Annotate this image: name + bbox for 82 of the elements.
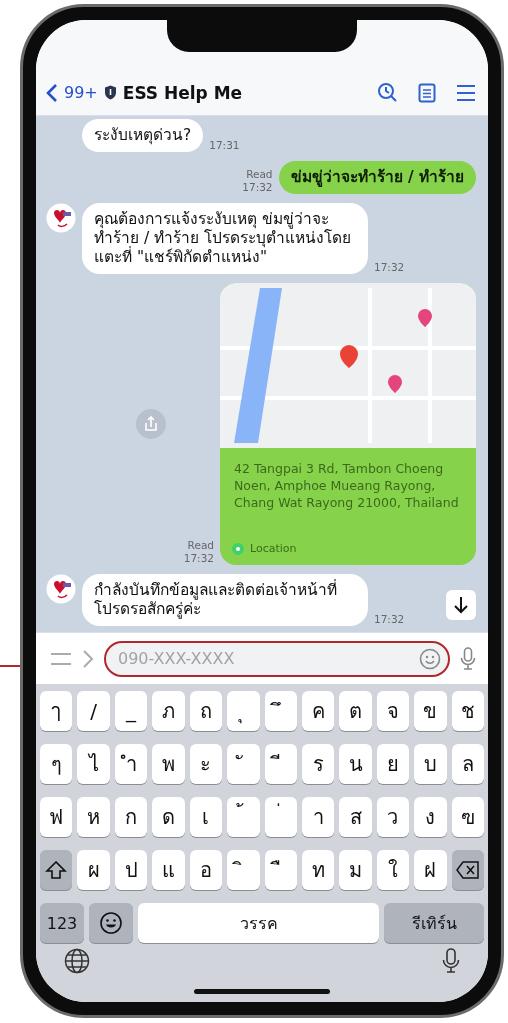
received-message: คุณต้องการแจ้งระงับเหตุ ข่มขู่ว่าจะทำร้าย / ทำร้าย โปรดระบุตำแหน่งโดยแตะที่ "แชร์พิกัดตำแหน่ง" bbox=[82, 203, 368, 274]
keyboard-key[interactable]: ก bbox=[114, 797, 148, 837]
received-message: กำลังบันทึกข้อมูลและติดต่อเจ้าหน้าที่โปรดรอสักครู่ค่ะ bbox=[82, 574, 368, 626]
chat-title: ESS Help Me bbox=[122, 82, 243, 103]
keyboard-key[interactable]: ่ bbox=[264, 797, 297, 837]
space-key[interactable]: วรรค bbox=[138, 903, 379, 943]
keyboard-key[interactable]: ภ bbox=[152, 691, 185, 731]
location-dot-icon bbox=[232, 542, 244, 555]
keyboard-key[interactable]: ข bbox=[414, 691, 447, 731]
message-time: 17:31 bbox=[209, 139, 240, 152]
message-time: 17:32 bbox=[374, 261, 405, 274]
shift-key[interactable] bbox=[40, 850, 73, 890]
location-card[interactable]: 42 Tangpai 3 Rd, Tambon Choeng Noen, Amphoe Mueang Rayong, Chang Wat Rayong 21000, Thailand Location bbox=[220, 283, 476, 565]
keyboard-key[interactable]: ๅ bbox=[40, 691, 73, 731]
sent-message: ข่มขู่ว่าจะทำร้าย / ทำร้าย bbox=[278, 161, 476, 194]
dictation-microphone-icon[interactable] bbox=[442, 948, 460, 974]
keyboard-key[interactable]: า bbox=[301, 797, 335, 837]
keyboard-key[interactable]: ื bbox=[264, 850, 297, 890]
keyboard-key[interactable]: เ bbox=[189, 797, 223, 837]
backspace-icon bbox=[455, 861, 480, 879]
keyboard-key[interactable]: ช bbox=[451, 691, 484, 731]
keyboard-key[interactable]: ิ bbox=[227, 850, 260, 890]
unread-count[interactable]: 99+ bbox=[64, 83, 98, 102]
keyboard-key[interactable]: ท bbox=[301, 850, 335, 890]
keyboard-key[interactable]: ว bbox=[376, 797, 410, 837]
keyboard-key[interactable]: ึ bbox=[264, 691, 297, 731]
keyboard-key[interactable]: ต bbox=[339, 691, 372, 731]
keyboard-key[interactable]: ๆ bbox=[40, 744, 73, 784]
keyboard-key[interactable]: ุ bbox=[227, 691, 260, 731]
shield-icon bbox=[103, 85, 117, 100]
keyboard-key[interactable]: ถ bbox=[189, 691, 223, 731]
keyboard-key[interactable]: _ bbox=[114, 691, 148, 731]
keyboard-key[interactable]: ไ bbox=[77, 744, 110, 784]
keyboard-key[interactable]: / bbox=[77, 691, 110, 731]
notes-icon[interactable] bbox=[418, 82, 436, 103]
keyboard-key[interactable]: ใ bbox=[376, 850, 410, 890]
search-icon[interactable] bbox=[377, 82, 398, 103]
keyboard-key[interactable]: ง bbox=[414, 797, 447, 837]
received-message: ระงับเหตุด่วน? bbox=[82, 119, 204, 152]
keyboard-key[interactable]: ด bbox=[152, 797, 185, 837]
keyboard-key[interactable]: ั bbox=[227, 744, 260, 784]
keyboard-key[interactable]: ี bbox=[264, 744, 297, 784]
keyboard-key[interactable]: น bbox=[339, 744, 372, 784]
keyboard-key[interactable]: ฃ bbox=[451, 797, 484, 837]
keyboard-key[interactable]: ป bbox=[114, 850, 148, 890]
down-arrow-icon bbox=[453, 596, 469, 614]
message-input-field[interactable]: 090-XXX-XXXX bbox=[104, 640, 450, 677]
keyboard-key[interactable]: ฝ bbox=[414, 850, 447, 890]
shift-arrow-icon bbox=[45, 860, 68, 880]
scroll-down-button[interactable] bbox=[446, 590, 476, 620]
menu-icon[interactable] bbox=[456, 83, 476, 102]
keyboard-key[interactable]: ค bbox=[301, 691, 335, 731]
keyboard-key[interactable]: อ bbox=[189, 850, 223, 890]
back-chevron-icon[interactable] bbox=[46, 82, 58, 103]
location-label: Location bbox=[250, 542, 297, 555]
keyboard-key[interactable]: ้ bbox=[227, 797, 260, 837]
return-key[interactable]: รีเทิร์น bbox=[384, 903, 484, 943]
keyboard-key[interactable]: ย bbox=[376, 744, 410, 784]
smiley-icon[interactable] bbox=[419, 647, 441, 670]
keyboard-key[interactable]: ล bbox=[451, 744, 484, 784]
read-receipt: Read 17:32 bbox=[183, 539, 214, 565]
keyboard-key[interactable]: ส bbox=[339, 797, 372, 837]
globe-icon[interactable] bbox=[64, 948, 90, 974]
keyboard-key[interactable]: ม bbox=[339, 850, 372, 890]
keyboard-key[interactable]: ำ bbox=[114, 744, 148, 784]
keyboard-key[interactable]: พ bbox=[152, 744, 185, 784]
location-address: 42 Tangpai 3 Rd, Tambon Choeng Noen, Amphoe Mueang Rayong, Chang Wat Rayong 21000, Thailand bbox=[233, 460, 460, 512]
keyboard-key[interactable]: ฟ bbox=[40, 797, 73, 837]
keyboard-key[interactable]: จ bbox=[376, 691, 410, 731]
delete-key[interactable] bbox=[451, 850, 484, 890]
message-time: 17:32 bbox=[374, 613, 405, 626]
emoji-face-icon bbox=[99, 911, 123, 935]
keyboard-key[interactable]: บ bbox=[414, 744, 447, 784]
keyboard-key[interactable]: ห bbox=[77, 797, 110, 837]
emoji-key[interactable] bbox=[89, 903, 133, 943]
keyboard-key[interactable]: ผ bbox=[77, 850, 110, 890]
keyboard-key[interactable]: ะ bbox=[189, 744, 223, 784]
read-receipt: Read 17:32 bbox=[242, 168, 273, 194]
microphone-icon[interactable] bbox=[460, 646, 476, 671]
keyboard-key[interactable]: แ bbox=[152, 850, 185, 890]
keyboard-key[interactable]: ร bbox=[301, 744, 335, 784]
numbers-key[interactable]: 123 bbox=[40, 903, 84, 943]
